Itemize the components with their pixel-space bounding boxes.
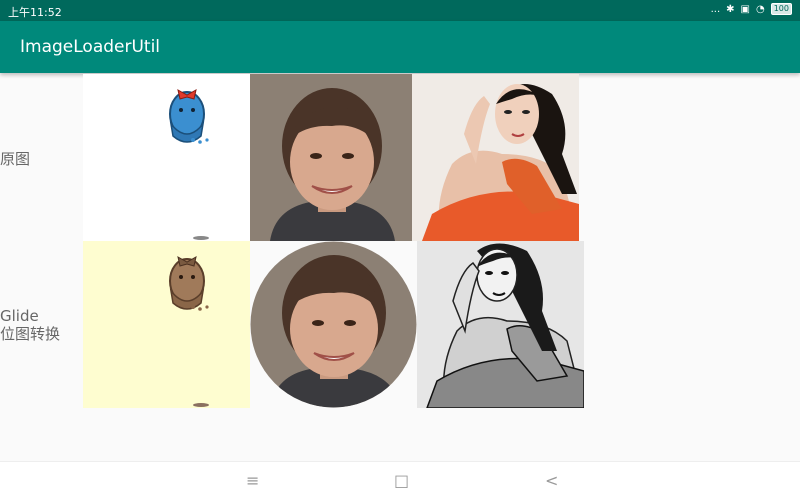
row-label-glide-line2: 位图转换 xyxy=(0,325,61,343)
image-glide-sketch-woman[interactable] xyxy=(417,241,584,408)
back-icon[interactable]: < xyxy=(545,471,558,490)
status-bar: 上午11:52 ... ✱ ▣ ◔ 100 xyxy=(0,0,800,21)
more-icon: ... xyxy=(710,3,721,15)
image-glide-circle-face[interactable] xyxy=(250,241,417,408)
battery-icon: 100 xyxy=(770,3,792,15)
row-label-glide-line1: Glide xyxy=(0,307,39,325)
row-label-glide: Glide 位图转换 xyxy=(0,307,60,343)
app-bar: ImageLoaderUtil xyxy=(0,21,800,73)
image-original-cartoon[interactable] xyxy=(83,74,250,241)
wifi-icon: ◔ xyxy=(755,3,765,15)
image-original-face[interactable] xyxy=(250,74,412,241)
bluetooth-icon: ✱ xyxy=(726,3,735,15)
status-icons: ... ✱ ▣ ◔ 100 xyxy=(711,3,792,15)
app-title: ImageLoaderUtil xyxy=(20,37,161,57)
row-label-original: 原图 xyxy=(0,150,31,168)
image-glide-sepia-cartoon[interactable] xyxy=(83,241,250,408)
menu-icon[interactable]: ≡ xyxy=(246,471,259,490)
home-icon[interactable]: □ xyxy=(394,471,409,490)
screen-record-icon: ▣ xyxy=(740,3,750,15)
status-time: 上午11:52 xyxy=(8,6,62,19)
navigation-bar: ≡ □ < xyxy=(0,461,800,501)
image-original-woman[interactable] xyxy=(412,74,579,241)
